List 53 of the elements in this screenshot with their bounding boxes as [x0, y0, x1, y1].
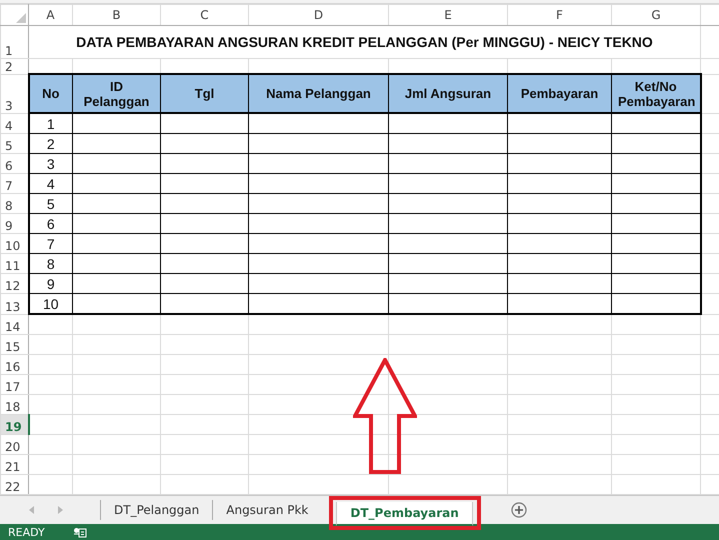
column-header[interactable]: A — [28, 4, 72, 26]
sheet-tab[interactable]: Angsuran Pkk — [212, 500, 322, 520]
row-header[interactable]: 4 — [0, 113, 28, 134]
row-header[interactable]: 12 — [0, 274, 28, 294]
column-heading: No — [28, 74, 72, 113]
column-heading: Jml Angsuran — [388, 74, 508, 113]
status-text: READY — [8, 526, 45, 538]
row-header[interactable]: 13 — [0, 294, 28, 314]
column-heading: Tgl — [160, 74, 248, 113]
row-header[interactable]: 10 — [0, 234, 28, 254]
scroll-right-icon[interactable] — [57, 505, 64, 515]
table-cell: 8 — [28, 254, 72, 274]
scroll-left-icon[interactable] — [28, 505, 35, 515]
row-header[interactable]: 20 — [0, 434, 28, 454]
column-heading: Pembayaran — [508, 74, 612, 113]
column-header[interactable]: F — [508, 4, 612, 26]
column-header[interactable]: B — [72, 4, 160, 26]
column-header[interactable]: E — [388, 4, 508, 26]
row-header[interactable]: 9 — [0, 214, 28, 234]
table-cell: 9 — [28, 274, 72, 294]
table-cell: 4 — [28, 174, 72, 194]
row-header[interactable]: 7 — [0, 174, 28, 194]
row-header[interactable]: 1 — [0, 26, 28, 58]
row-header[interactable]: 2 — [0, 58, 28, 74]
macro-record-icon[interactable] — [72, 526, 87, 538]
row-header[interactable]: 14 — [0, 314, 28, 334]
row-header[interactable]: 8 — [0, 194, 28, 214]
row-header[interactable]: 15 — [0, 334, 28, 354]
column-heading: Ket/No Pembayaran — [612, 74, 700, 113]
column-heading: Nama Pelanggan — [248, 74, 388, 113]
row-header[interactable]: 11 — [0, 254, 28, 274]
sheet-title: DATA PEMBAYARAN ANGSURAN KREDIT PELANGGAN (Per MINGGU) - NEICY TEKNO — [28, 26, 700, 58]
select-all-icon[interactable] — [16, 13, 26, 23]
table-cell: 5 — [28, 194, 72, 214]
add-sheet-icon[interactable] — [510, 502, 527, 518]
column-header[interactable]: G — [612, 4, 700, 26]
sheet-tab[interactable]: DT_Pembayaran — [336, 502, 473, 526]
table-cell: 3 — [28, 154, 72, 174]
row-header[interactable]: 5 — [0, 134, 28, 154]
row-header[interactable]: 21 — [0, 454, 28, 474]
row-header[interactable]: 17 — [0, 374, 28, 394]
table-cell: 10 — [28, 294, 72, 314]
table-cell: 6 — [28, 214, 72, 234]
row-header[interactable]: 16 — [0, 354, 28, 374]
row-header[interactable]: 6 — [0, 154, 28, 174]
column-header[interactable]: C — [160, 4, 248, 26]
table-cell: 1 — [28, 113, 72, 134]
column-heading: ID Pelanggan — [72, 74, 160, 113]
table-cell: 2 — [28, 134, 72, 154]
column-header[interactable]: D — [248, 4, 388, 26]
table-cell: 7 — [28, 234, 72, 254]
sheet-tab[interactable]: DT_Pelanggan — [100, 500, 212, 520]
row-header[interactable]: 19 — [0, 414, 28, 434]
